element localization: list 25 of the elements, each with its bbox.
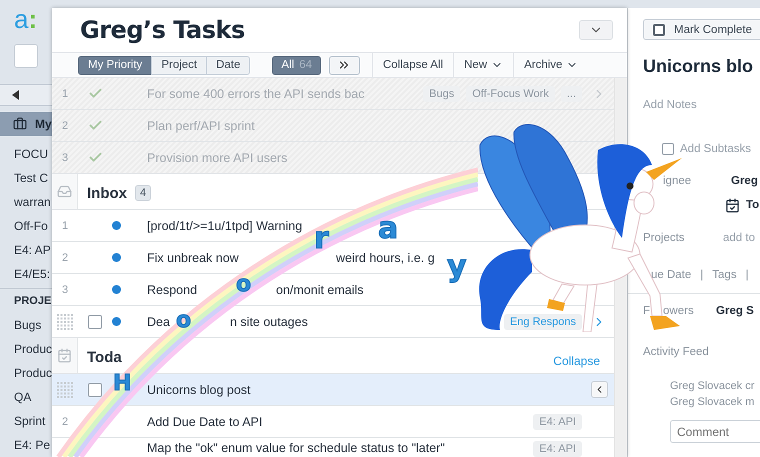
- row-number: 3: [60, 152, 70, 164]
- section-heading: PROJE: [13, 294, 52, 309]
- row-number: 1: [60, 88, 70, 100]
- separator: |: [746, 269, 749, 281]
- section-title: Inbox: [87, 185, 127, 202]
- row-number: 2: [60, 252, 70, 264]
- activity-entry: Greg Slovacek cr: [670, 379, 756, 394]
- activity-entry: Greg Slovacek m: [670, 395, 756, 410]
- field-label: Projects: [643, 232, 686, 244]
- hooray-letter: a: [378, 214, 398, 244]
- field-label: owers: [662, 305, 695, 317]
- row-number: 2: [60, 120, 70, 132]
- count-badge: 4: [135, 185, 152, 201]
- separator: |: [700, 269, 704, 281]
- page-title: Greg’s Tasks: [80, 16, 245, 44]
- section-label: Activity Feed: [643, 346, 709, 358]
- hooray-letter: H: [113, 373, 132, 395]
- field-label: F: [643, 305, 650, 317]
- hooray-letter: o: [176, 310, 192, 332]
- row-number: 1: [60, 220, 70, 232]
- field-label: ignee: [662, 175, 692, 187]
- hooray-letter: o: [236, 274, 252, 296]
- row-number: 3: [60, 284, 70, 296]
- row-number: 2: [60, 416, 70, 428]
- section-title: Toda: [87, 349, 122, 366]
